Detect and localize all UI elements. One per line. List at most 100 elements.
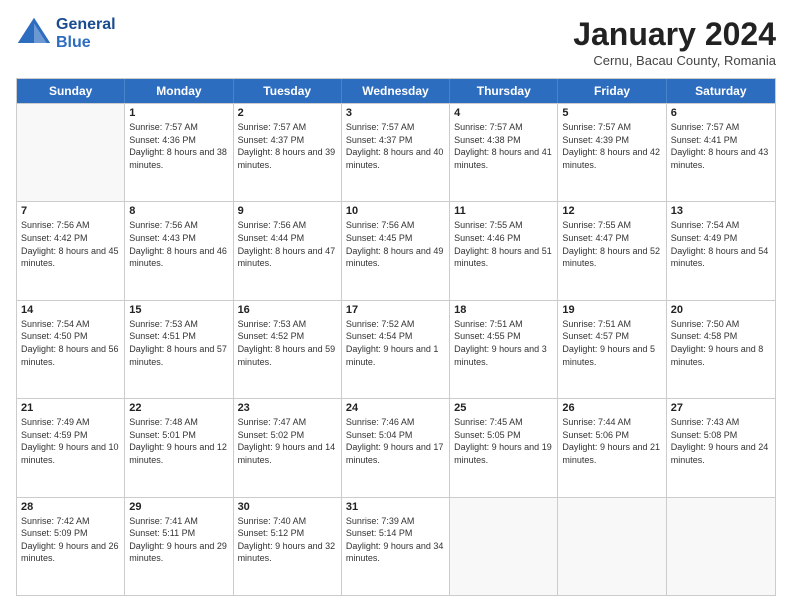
calendar-row: 28 Sunrise: 7:42 AM Sunset: 5:09 PM Dayli… xyxy=(17,497,775,595)
day-info: Sunrise: 7:53 AM Sunset: 4:51 PM Dayligh… xyxy=(129,318,228,368)
calendar-cell: 5Sunrise: 7:57 AM Sunset: 4:39 PM Daylig… xyxy=(558,104,666,201)
day-number: 29 xyxy=(129,501,228,513)
day-info: Sunrise: 7:55 AM Sunset: 4:47 PM Dayligh… xyxy=(562,219,661,269)
day-number: 3 xyxy=(346,107,445,119)
calendar-cell: 14 Sunrise: 7:54 AM Sunset: 4:50 PM Dayli… xyxy=(17,301,125,398)
day-number: 31 xyxy=(346,501,445,513)
calendar-cell: 11Sunrise: 7:55 AM Sunset: 4:46 PM Dayli… xyxy=(450,202,558,299)
day-number: 21 xyxy=(21,402,120,414)
day-number: 12 xyxy=(562,205,661,217)
month-title: January 2024 xyxy=(573,16,776,53)
calendar-cell: 21 Sunrise: 7:49 AM Sunset: 4:59 PM Dayli… xyxy=(17,399,125,496)
calendar-cell: 10 Sunrise: 7:56 AM Sunset: 4:45 PM Dayli… xyxy=(342,202,450,299)
logo-text-blue: Blue xyxy=(56,34,116,52)
day-number: 22 xyxy=(129,402,228,414)
day-info: Sunrise: 7:56 AM Sunset: 4:43 PM Dayligh… xyxy=(129,219,228,269)
day-info: Sunrise: 7:43 AM Sunset: 5:08 PM Dayligh… xyxy=(671,416,771,466)
day-number: 18 xyxy=(454,304,553,316)
calendar-cell: 23 Sunrise: 7:47 AM Sunset: 5:02 PM Dayli… xyxy=(234,399,342,496)
calendar-cell: 22Sunrise: 7:48 AM Sunset: 5:01 PM Dayli… xyxy=(125,399,233,496)
day-number: 26 xyxy=(562,402,661,414)
calendar-cell: 24 Sunrise: 7:46 AM Sunset: 5:04 PM Dayli… xyxy=(342,399,450,496)
day-info: Sunrise: 7:57 AM Sunset: 4:37 PM Dayligh… xyxy=(346,121,445,171)
day-number: 25 xyxy=(454,402,553,414)
calendar-cell: 19Sunrise: 7:51 AM Sunset: 4:57 PM Dayli… xyxy=(558,301,666,398)
weekday-header: Wednesday xyxy=(342,79,450,103)
day-info: Sunrise: 7:44 AM Sunset: 5:06 PM Dayligh… xyxy=(562,416,661,466)
logo-icon xyxy=(16,16,52,52)
day-number: 10 xyxy=(346,205,445,217)
day-info: Sunrise: 7:45 AM Sunset: 5:05 PM Dayligh… xyxy=(454,416,553,466)
subtitle: Cernu, Bacau County, Romania xyxy=(573,53,776,68)
calendar-cell: 15Sunrise: 7:53 AM Sunset: 4:51 PM Dayli… xyxy=(125,301,233,398)
calendar-cell xyxy=(450,498,558,595)
day-number: 27 xyxy=(671,402,771,414)
day-number: 17 xyxy=(346,304,445,316)
calendar-cell: 4 Sunrise: 7:57 AM Sunset: 4:38 PM Daylig… xyxy=(450,104,558,201)
header: General Blue January 2024 Cernu, Bacau C… xyxy=(16,16,776,68)
day-info: Sunrise: 7:57 AM Sunset: 4:41 PM Dayligh… xyxy=(671,121,771,171)
day-info: Sunrise: 7:39 AM Sunset: 5:14 PM Dayligh… xyxy=(346,515,445,565)
day-info: Sunrise: 7:42 AM Sunset: 5:09 PM Dayligh… xyxy=(21,515,120,565)
calendar-cell: 13 Sunrise: 7:54 AM Sunset: 4:49 PM Dayli… xyxy=(667,202,775,299)
calendar-body: 1 Sunrise: 7:57 AM Sunset: 4:36 PM Daylig… xyxy=(17,103,775,595)
day-info: Sunrise: 7:54 AM Sunset: 4:49 PM Dayligh… xyxy=(671,219,771,269)
calendar-row: 14 Sunrise: 7:54 AM Sunset: 4:50 PM Dayli… xyxy=(17,300,775,398)
day-info: Sunrise: 7:54 AM Sunset: 4:50 PM Dayligh… xyxy=(21,318,120,368)
calendar-cell: 9Sunrise: 7:56 AM Sunset: 4:44 PM Daylig… xyxy=(234,202,342,299)
day-number: 30 xyxy=(238,501,337,513)
calendar-cell: 20 Sunrise: 7:50 AM Sunset: 4:58 PM Dayli… xyxy=(667,301,775,398)
weekday-header: Monday xyxy=(125,79,233,103)
calendar-cell: 27 Sunrise: 7:43 AM Sunset: 5:08 PM Dayli… xyxy=(667,399,775,496)
day-info: Sunrise: 7:57 AM Sunset: 4:38 PM Dayligh… xyxy=(454,121,553,171)
calendar-row: 21 Sunrise: 7:49 AM Sunset: 4:59 PM Dayli… xyxy=(17,398,775,496)
calendar-cell xyxy=(667,498,775,595)
day-info: Sunrise: 7:57 AM Sunset: 4:37 PM Dayligh… xyxy=(238,121,337,171)
day-info: Sunrise: 7:56 AM Sunset: 4:45 PM Dayligh… xyxy=(346,219,445,269)
weekday-header: Friday xyxy=(558,79,666,103)
calendar-cell: 8 Sunrise: 7:56 AM Sunset: 4:43 PM Daylig… xyxy=(125,202,233,299)
day-number: 14 xyxy=(21,304,120,316)
calendar-header: SundayMondayTuesdayWednesdayThursdayFrid… xyxy=(17,79,775,103)
calendar-cell: 6Sunrise: 7:57 AM Sunset: 4:41 PM Daylig… xyxy=(667,104,775,201)
calendar-row: 7 Sunrise: 7:56 AM Sunset: 4:42 PM Daylig… xyxy=(17,201,775,299)
day-number: 23 xyxy=(238,402,337,414)
calendar-cell xyxy=(558,498,666,595)
day-number: 24 xyxy=(346,402,445,414)
weekday-header: Tuesday xyxy=(234,79,342,103)
calendar-cell: 30Sunrise: 7:40 AM Sunset: 5:12 PM Dayli… xyxy=(234,498,342,595)
page: General Blue January 2024 Cernu, Bacau C… xyxy=(0,0,792,612)
title-area: January 2024 Cernu, Bacau County, Romani… xyxy=(573,16,776,68)
calendar-cell: 25 Sunrise: 7:45 AM Sunset: 5:05 PM Dayli… xyxy=(450,399,558,496)
logo-text-general: General xyxy=(56,16,116,34)
calendar-cell: 1 Sunrise: 7:57 AM Sunset: 4:36 PM Daylig… xyxy=(125,104,233,201)
day-info: Sunrise: 7:41 AM Sunset: 5:11 PM Dayligh… xyxy=(129,515,228,565)
calendar-row: 1 Sunrise: 7:57 AM Sunset: 4:36 PM Daylig… xyxy=(17,103,775,201)
logo: General Blue xyxy=(16,16,116,52)
day-info: Sunrise: 7:46 AM Sunset: 5:04 PM Dayligh… xyxy=(346,416,445,466)
day-number: 8 xyxy=(129,205,228,217)
calendar-cell: 3 Sunrise: 7:57 AM Sunset: 4:37 PM Daylig… xyxy=(342,104,450,201)
day-info: Sunrise: 7:56 AM Sunset: 4:42 PM Dayligh… xyxy=(21,219,120,269)
calendar-cell: 2Sunrise: 7:57 AM Sunset: 4:37 PM Daylig… xyxy=(234,104,342,201)
weekday-header: Thursday xyxy=(450,79,558,103)
day-number: 5 xyxy=(562,107,661,119)
calendar-cell: 29 Sunrise: 7:41 AM Sunset: 5:11 PM Dayli… xyxy=(125,498,233,595)
calendar-cell: 17 Sunrise: 7:52 AM Sunset: 4:54 PM Dayli… xyxy=(342,301,450,398)
day-info: Sunrise: 7:57 AM Sunset: 4:36 PM Dayligh… xyxy=(129,121,228,171)
day-number: 28 xyxy=(21,501,120,513)
day-number: 19 xyxy=(562,304,661,316)
day-number: 7 xyxy=(21,205,120,217)
calendar-cell: 31 Sunrise: 7:39 AM Sunset: 5:14 PM Dayli… xyxy=(342,498,450,595)
day-number: 13 xyxy=(671,205,771,217)
day-number: 16 xyxy=(238,304,337,316)
day-number: 1 xyxy=(129,107,228,119)
day-info: Sunrise: 7:47 AM Sunset: 5:02 PM Dayligh… xyxy=(238,416,337,466)
day-info: Sunrise: 7:50 AM Sunset: 4:58 PM Dayligh… xyxy=(671,318,771,368)
calendar-cell: 26 Sunrise: 7:44 AM Sunset: 5:06 PM Dayli… xyxy=(558,399,666,496)
day-info: Sunrise: 7:52 AM Sunset: 4:54 PM Dayligh… xyxy=(346,318,445,368)
day-number: 20 xyxy=(671,304,771,316)
day-number: 4 xyxy=(454,107,553,119)
calendar-cell: 12 Sunrise: 7:55 AM Sunset: 4:47 PM Dayli… xyxy=(558,202,666,299)
day-info: Sunrise: 7:49 AM Sunset: 4:59 PM Dayligh… xyxy=(21,416,120,466)
